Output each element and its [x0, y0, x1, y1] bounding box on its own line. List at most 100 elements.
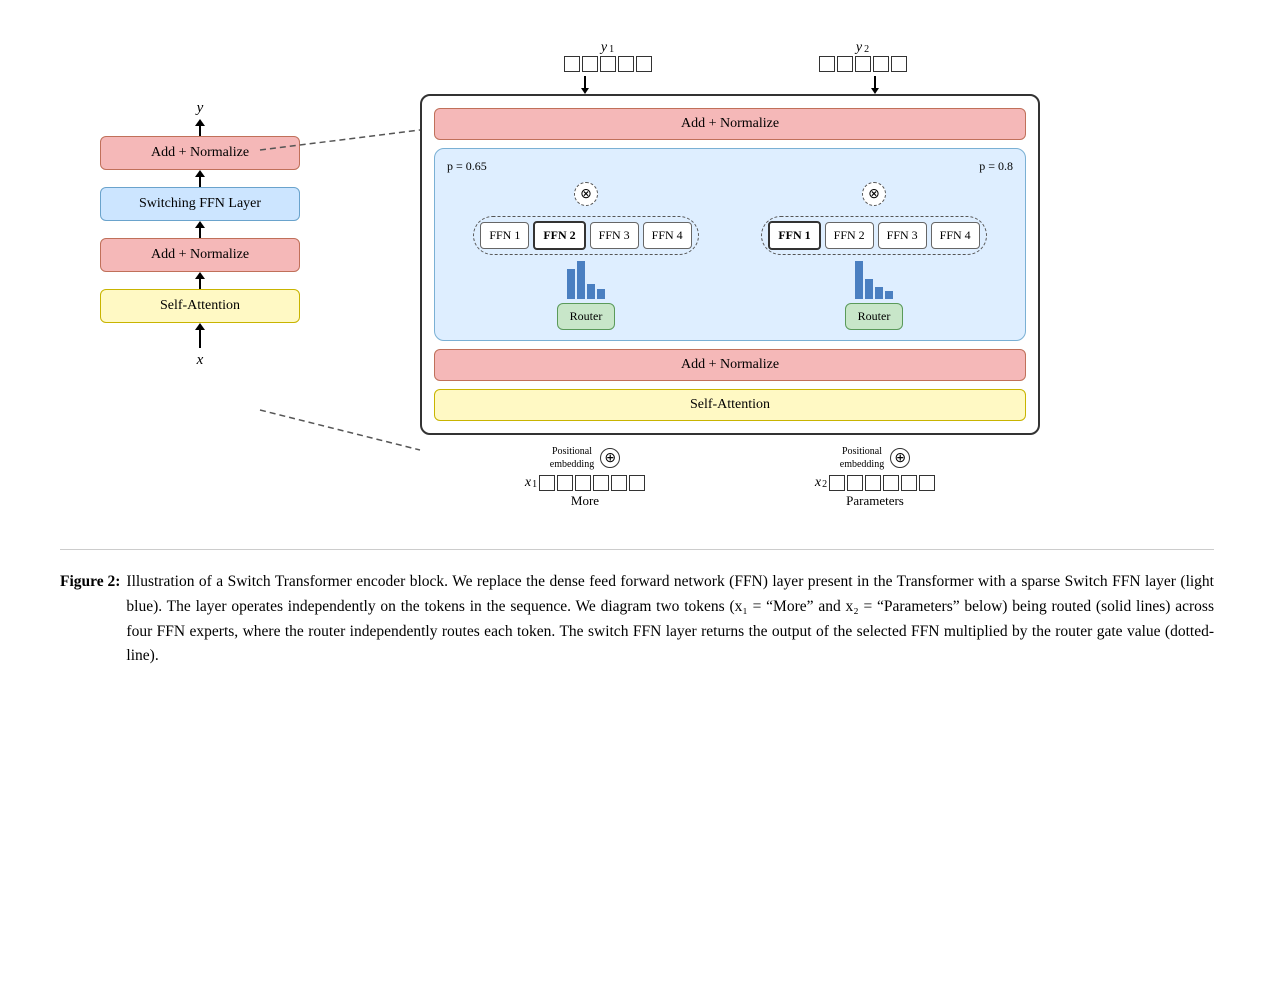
right-self-attention: Self-Attention — [434, 389, 1026, 421]
ffn-box-1-right: FFN 1 — [768, 221, 820, 250]
input-group-x2: Positional embedding ⊕ x 2 — [815, 445, 935, 509]
ffn-column-left: p = 0.65 ⊗ FFN 1 FFN 2 FFN 3 FFN 4 — [447, 159, 725, 330]
token-box — [855, 56, 871, 72]
arrow-head-5 — [195, 323, 205, 330]
token-box — [901, 475, 917, 491]
x1-with-embed: Positional embedding ⊕ — [550, 445, 620, 471]
arrow-line-3 — [199, 228, 201, 238]
bar-chart-right — [855, 259, 893, 299]
otimes-right: ⊗ — [862, 182, 886, 206]
y1-token-boxes — [564, 56, 652, 72]
bar-3-r — [875, 287, 883, 299]
x2-char: x — [815, 475, 821, 491]
bar-1-r — [855, 261, 863, 299]
bar-4 — [597, 289, 605, 299]
output-tokens-row: y 1 y 2 — [440, 40, 1020, 72]
ffn-box-2-right: FFN 2 — [825, 222, 874, 249]
caption: Figure 2: Illustration of a Switch Trans… — [60, 570, 1214, 669]
bar-2-r — [865, 279, 873, 299]
arrow-5 — [195, 323, 205, 348]
arrow-3 — [195, 221, 205, 238]
arrow-line-5 — [199, 330, 201, 348]
ffn-column-right: p = 0.8 ⊗ FFN 1 FFN 2 FFN 3 FFN 4 — [735, 159, 1013, 330]
arrow-to-top-add-norm — [195, 119, 205, 136]
token-box — [847, 475, 863, 491]
p-label-right: p = 0.8 — [979, 159, 1013, 174]
arrow-head-4 — [195, 272, 205, 279]
arrow-line-4 — [199, 279, 201, 289]
x1-label-group: x 1 — [525, 475, 537, 491]
pos-embed-right: Positional embedding — [840, 445, 884, 471]
router-left: Router — [557, 303, 616, 330]
token-box — [582, 56, 598, 72]
ffn-box-4-right: FFN 4 — [931, 222, 980, 249]
switching-ffn-area: p = 0.65 ⊗ FFN 1 FFN 2 FFN 3 FFN 4 — [434, 148, 1026, 341]
caption-text: Illustration of a Switch Transformer enc… — [126, 570, 1214, 669]
bar-4-r — [885, 291, 893, 299]
ffn-dashed-oval-right: FFN 1 FFN 2 FFN 3 FFN 4 — [761, 216, 986, 255]
params-label: Parameters — [846, 493, 904, 509]
right-add-normalize-bottom: Add + Normalize — [434, 349, 1026, 381]
token-group-y2: y 2 — [819, 40, 907, 72]
token-box — [865, 475, 881, 491]
y1-sub: 1 — [609, 44, 614, 55]
ffn-row-right: ⊗ — [735, 178, 1013, 210]
arrow-y2-down — [872, 76, 879, 94]
token-box — [629, 475, 645, 491]
token-box — [837, 56, 853, 72]
left-x-label: x — [197, 352, 204, 369]
ffn-dashed-oval-left: FFN 1 FFN 2 FFN 3 FFN 4 — [473, 216, 698, 255]
bar-chart-left — [567, 259, 605, 299]
left-add-normalize-bottom: Add + Normalize — [100, 238, 300, 272]
top-arrows — [440, 76, 1020, 94]
right-add-normalize-top: Add + Normalize — [434, 108, 1026, 140]
y2-token-boxes — [819, 56, 907, 72]
y2-sub: 2 — [864, 44, 869, 55]
token-box — [539, 475, 555, 491]
token-box — [919, 475, 935, 491]
ffn-box-2-left: FFN 2 — [533, 221, 585, 250]
token-box — [557, 475, 573, 491]
bar-2 — [577, 261, 585, 299]
x2-label-group: x 2 — [815, 475, 827, 491]
token-box — [829, 475, 845, 491]
right-outer-box: Add + Normalize p = 0.65 ⊗ FFN 1 FFN — [420, 94, 1040, 435]
token-box — [564, 56, 580, 72]
token-box — [600, 56, 616, 72]
ffn-box-3-left: FFN 3 — [590, 222, 639, 249]
arrow-y1-down — [582, 76, 589, 94]
divider — [60, 549, 1214, 550]
left-self-attention: Self-Attention — [100, 289, 300, 323]
y2-label: y — [856, 40, 862, 56]
bar-1 — [567, 269, 575, 299]
token-box — [575, 475, 591, 491]
arrow-line-2 — [199, 177, 201, 187]
x2-token-boxes — [829, 475, 935, 491]
token-box — [883, 475, 899, 491]
input-group-x1: Positional embedding ⊕ x 1 — [525, 445, 645, 509]
token-box — [819, 56, 835, 72]
left-diagram: y Add + Normalize Switching FFN Layer Ad… — [60, 100, 340, 369]
token-box — [891, 56, 907, 72]
token-box — [636, 56, 652, 72]
line-y1 — [584, 76, 586, 88]
arrow-head-2 — [195, 170, 205, 177]
x2-subscript: 2 — [822, 479, 827, 490]
arrow-2 — [195, 170, 205, 187]
arrow-head-3 — [195, 221, 205, 228]
x1-char: x — [525, 475, 531, 491]
ffn-box-3-right: FFN 3 — [878, 222, 927, 249]
left-diag-inner: y Add + Normalize Switching FFN Layer Ad… — [100, 100, 300, 369]
line-y2 — [874, 76, 876, 88]
token-box — [611, 475, 627, 491]
token-box — [873, 56, 889, 72]
left-switching-ffn: Switching FFN Layer — [100, 187, 300, 221]
caption-figure-label: Figure 2: — [60, 570, 120, 669]
y1-label: y — [601, 40, 607, 56]
plus-circle-left: ⊕ — [600, 448, 620, 468]
arrow-head — [195, 119, 205, 126]
right-diagram-wrapper: y 1 y 2 — [420, 40, 1040, 509]
x2-with-embed: Positional embedding ⊕ — [840, 445, 910, 471]
left-add-normalize-top: Add + Normalize — [100, 136, 300, 170]
bar-3 — [587, 284, 595, 299]
